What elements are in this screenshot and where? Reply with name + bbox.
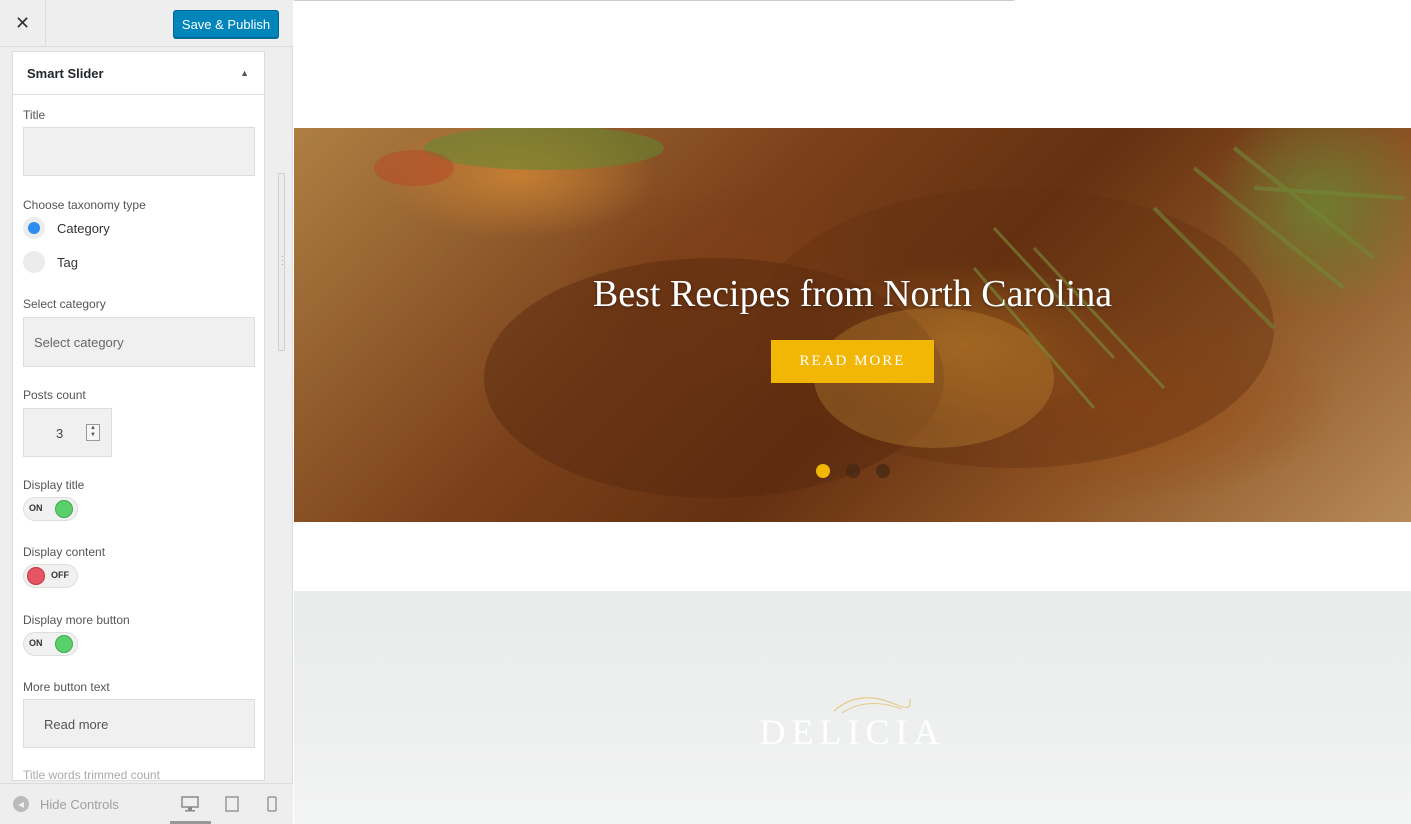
display-content-label: Display content <box>23 545 106 559</box>
resize-handle-icon[interactable]: · · · <box>281 253 284 269</box>
panel-title: Smart Slider <box>27 65 104 81</box>
display-title-group: Display title ON <box>23 478 255 521</box>
toggle-state: ON <box>29 503 43 513</box>
mobile-icon[interactable] <box>258 794 286 814</box>
posts-count-label: Posts count <box>23 388 86 402</box>
read-more-button[interactable]: READ MORE <box>771 340 934 383</box>
posts-count-group: Posts count 3 ▲ ▼ <box>23 388 255 457</box>
hide-controls-button[interactable]: ◀ Hide Controls <box>13 796 119 812</box>
slider-hero: Best Recipes from North Carolina READ MO… <box>294 128 1411 522</box>
radio-label-tag: Tag <box>57 254 78 270</box>
close-icon[interactable]: ✕ <box>0 0 46 47</box>
category-group: Select category Select category <box>23 297 255 367</box>
customizer-sidebar: ✕ Save & Publish Smart Slider ▲ Title Ch… <box>0 0 293 824</box>
more-text-group: More button text Read more <box>23 680 255 748</box>
desktop-icon[interactable] <box>176 794 204 814</box>
display-title-label: Display title <box>23 478 85 492</box>
display-content-group: Display content OFF <box>23 545 255 588</box>
posts-count-stepper[interactable]: 3 ▲ ▼ <box>23 408 112 457</box>
display-more-toggle[interactable]: ON <box>23 632 78 656</box>
radio-button-unchecked[interactable] <box>23 251 45 273</box>
toggle-knob <box>55 635 73 653</box>
header-divider <box>294 0 1014 1</box>
hero-overlay <box>294 128 1411 522</box>
tablet-icon[interactable] <box>218 794 246 814</box>
taxonomy-group: Choose taxonomy type Category Tag <box>23 198 255 274</box>
collapse-arrow-icon[interactable]: ▲ <box>240 68 249 78</box>
customizer-header: ✕ Save & Publish <box>0 0 293 47</box>
site-footer: DELICIA <box>294 591 1411 824</box>
smart-slider-panel: Smart Slider ▲ Title Choose taxonomy typ… <box>12 51 265 781</box>
trimmed-label: Title words trimmed count <box>23 768 160 781</box>
title-label: Title <box>23 108 46 122</box>
radio-label-category: Category <box>57 220 110 236</box>
slider-dot-3[interactable] <box>876 464 890 478</box>
slide-title: Best Recipes from North Carolina <box>592 273 1113 315</box>
slider-dot-1[interactable] <box>816 464 830 478</box>
display-title-toggle[interactable]: ON <box>23 497 78 521</box>
trimmed-group: Title words trimmed count <box>23 768 255 781</box>
radio-category[interactable]: Category <box>23 216 255 240</box>
radio-tag[interactable]: Tag <box>23 250 255 274</box>
toggle-state: OFF <box>51 570 69 580</box>
title-field-group: Title <box>23 108 255 176</box>
site-preview: Best Recipes from North Carolina READ MO… <box>294 0 1411 824</box>
site-logo[interactable]: DELICIA <box>294 711 1411 753</box>
toggle-knob <box>27 567 45 585</box>
taxonomy-label: Choose taxonomy type <box>23 198 146 212</box>
slider-dot-2[interactable] <box>846 464 860 478</box>
panel-header[interactable]: Smart Slider ▲ <box>13 52 264 95</box>
category-label: Select category <box>23 297 106 311</box>
category-select[interactable]: Select category <box>23 317 255 367</box>
more-text-label: More button text <box>23 680 110 694</box>
customizer-footer: ◀ Hide Controls <box>0 783 293 824</box>
display-content-toggle[interactable]: OFF <box>23 564 78 588</box>
posts-count-value: 3 <box>56 426 64 441</box>
slider-pagination <box>816 464 890 478</box>
title-input[interactable] <box>23 127 255 176</box>
collapse-circle-icon: ◀ <box>13 796 29 812</box>
spinner-arrows-icon[interactable]: ▲ ▼ <box>86 424 100 441</box>
toggle-state: ON <box>29 638 43 648</box>
display-more-group: Display more button ON <box>23 613 255 656</box>
hide-controls-label: Hide Controls <box>40 796 119 812</box>
more-text-input[interactable]: Read more <box>23 699 255 748</box>
save-publish-button[interactable]: Save & Publish <box>173 10 279 38</box>
display-more-label: Display more button <box>23 613 130 627</box>
radio-button-checked[interactable] <box>23 217 45 239</box>
scrollbar-track[interactable] <box>277 50 285 780</box>
toggle-knob <box>55 500 73 518</box>
